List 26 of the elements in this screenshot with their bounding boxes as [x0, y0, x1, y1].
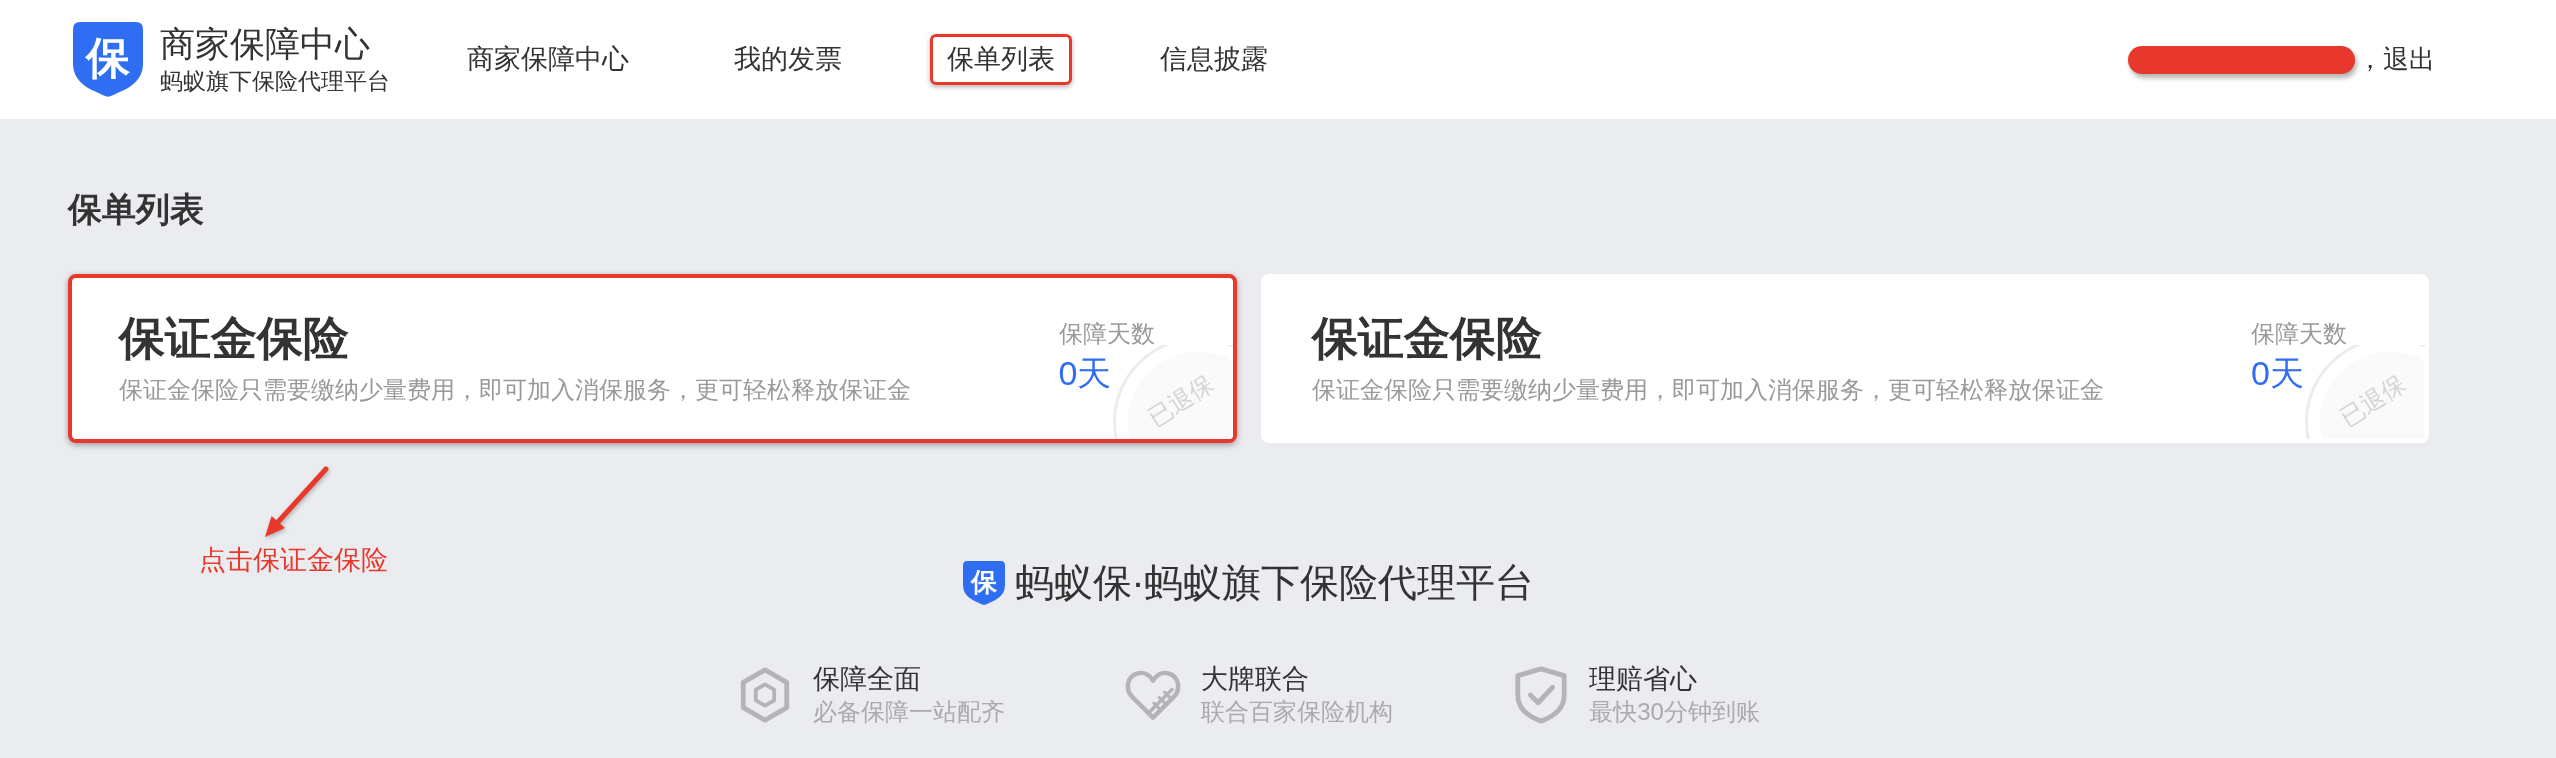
policy-title: 保证金保险 — [119, 311, 350, 367]
site-title: 商家保障中心 — [160, 22, 371, 65]
coverage-days-value: 0天 — [1058, 353, 1113, 395]
feature-title: 理赔省心 — [1589, 662, 1699, 696]
policy-description: 保证金保险只需要缴纳少量费用，即可加入消保服务，更可轻松释放保证金 — [119, 375, 911, 406]
coverage-days-value: 0天 — [2251, 353, 2305, 395]
shield-check-icon — [1513, 666, 1570, 725]
logo-badge: 保 — [962, 561, 1005, 606]
nav-link[interactable]: 商家保障中心 — [450, 33, 646, 86]
greeting-text: ， — [2357, 43, 2383, 76]
feature-title: 保障全面 — [813, 662, 923, 696]
policy-title: 保证金保险 — [1311, 311, 1543, 367]
logout-link[interactable]: 退出 — [2383, 42, 2435, 77]
feature-subtitle: 必备保障一站配齐 — [813, 697, 1006, 728]
feature-title: 大牌联合 — [1201, 662, 1311, 696]
annotation-text: 点击保证金保险 — [199, 544, 388, 577]
nav-link[interactable]: 保单列表 — [930, 33, 1072, 86]
policy-description: 保证金保险只需要缴纳少量费用，即可加入消保服务，更可轻松释放保证金 — [1311, 375, 2104, 406]
platform-name: 蚂蚁保·蚂蚁旗下保险代理平台 — [1014, 559, 1535, 606]
logo-badge: 保 — [73, 22, 143, 97]
nav-link[interactable]: 信息披露 — [1143, 33, 1285, 86]
site-subtitle: 蚂蚁旗下保险代理平台 — [160, 66, 390, 96]
feature-subtitle: 联合百家保险机构 — [1201, 697, 1394, 728]
feature-subtitle: 最快30分钟到账 — [1589, 697, 1760, 728]
page-title: 保单列表 — [68, 189, 205, 230]
nav-link[interactable]: 我的发票 — [717, 33, 859, 86]
